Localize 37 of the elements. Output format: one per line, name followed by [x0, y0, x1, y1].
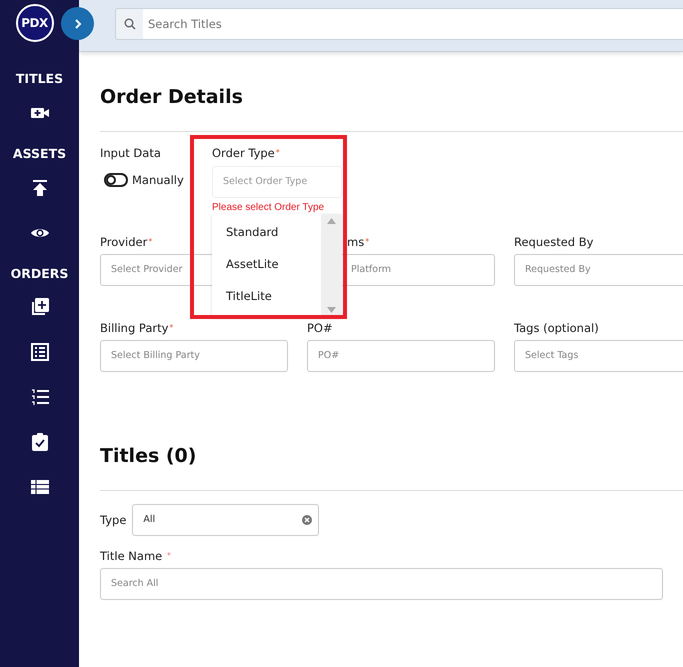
- list-table-icon[interactable]: [30, 342, 50, 362]
- dropdown-option[interactable]: Standard: [212, 216, 321, 248]
- field-label: Billing Party*: [100, 321, 174, 335]
- field-label: Input Data: [100, 146, 162, 160]
- select-value: All: [143, 512, 156, 527]
- input-field[interactable]: Select Billing Party: [100, 340, 288, 372]
- field-label: Order Type*: [212, 146, 281, 160]
- clipboard-check-icon[interactable]: [30, 432, 50, 452]
- field-label: Tags (optional): [514, 321, 600, 335]
- sidebar-section-label: ORDERS: [10, 264, 68, 282]
- toggle-label: Manually: [132, 173, 184, 187]
- input-field[interactable]: Requested By: [514, 254, 683, 286]
- search-field[interactable]: Search All: [100, 568, 663, 600]
- search-icon: [115, 8, 143, 40]
- clear-icon[interactable]: [302, 515, 312, 525]
- numbered-list-icon[interactable]: [30, 387, 50, 408]
- add-stack-icon[interactable]: [30, 297, 50, 318]
- section-title: Titles (0): [100, 445, 198, 467]
- section-title: Order Details: [100, 86, 244, 108]
- search-field[interactable]: Search Titles: [143, 8, 683, 40]
- field-label: PO#: [307, 321, 334, 335]
- field-label: Requested By: [514, 235, 594, 249]
- logo: PDX: [16, 4, 54, 42]
- select-field[interactable]: Select Order Type: [212, 166, 342, 198]
- input-field[interactable]: Select Tags: [514, 340, 683, 372]
- toggle-switch[interactable]: [104, 173, 128, 187]
- error-message: Please select Order Type: [212, 201, 326, 214]
- input-field[interactable]: PO#: [307, 340, 495, 372]
- field-label: Type: [100, 513, 126, 527]
- expand-button[interactable]: [61, 7, 94, 40]
- field-label: Title Name *: [100, 549, 172, 563]
- field-label: Provider*: [100, 235, 154, 249]
- chevron-icon: [74, 18, 82, 28]
- field-label: ms*: [346, 235, 370, 249]
- sidebar-section-label: TITLES: [16, 70, 64, 88]
- select-field[interactable]: All: [132, 504, 320, 536]
- sidebar-section-label: ASSETS: [12, 144, 66, 163]
